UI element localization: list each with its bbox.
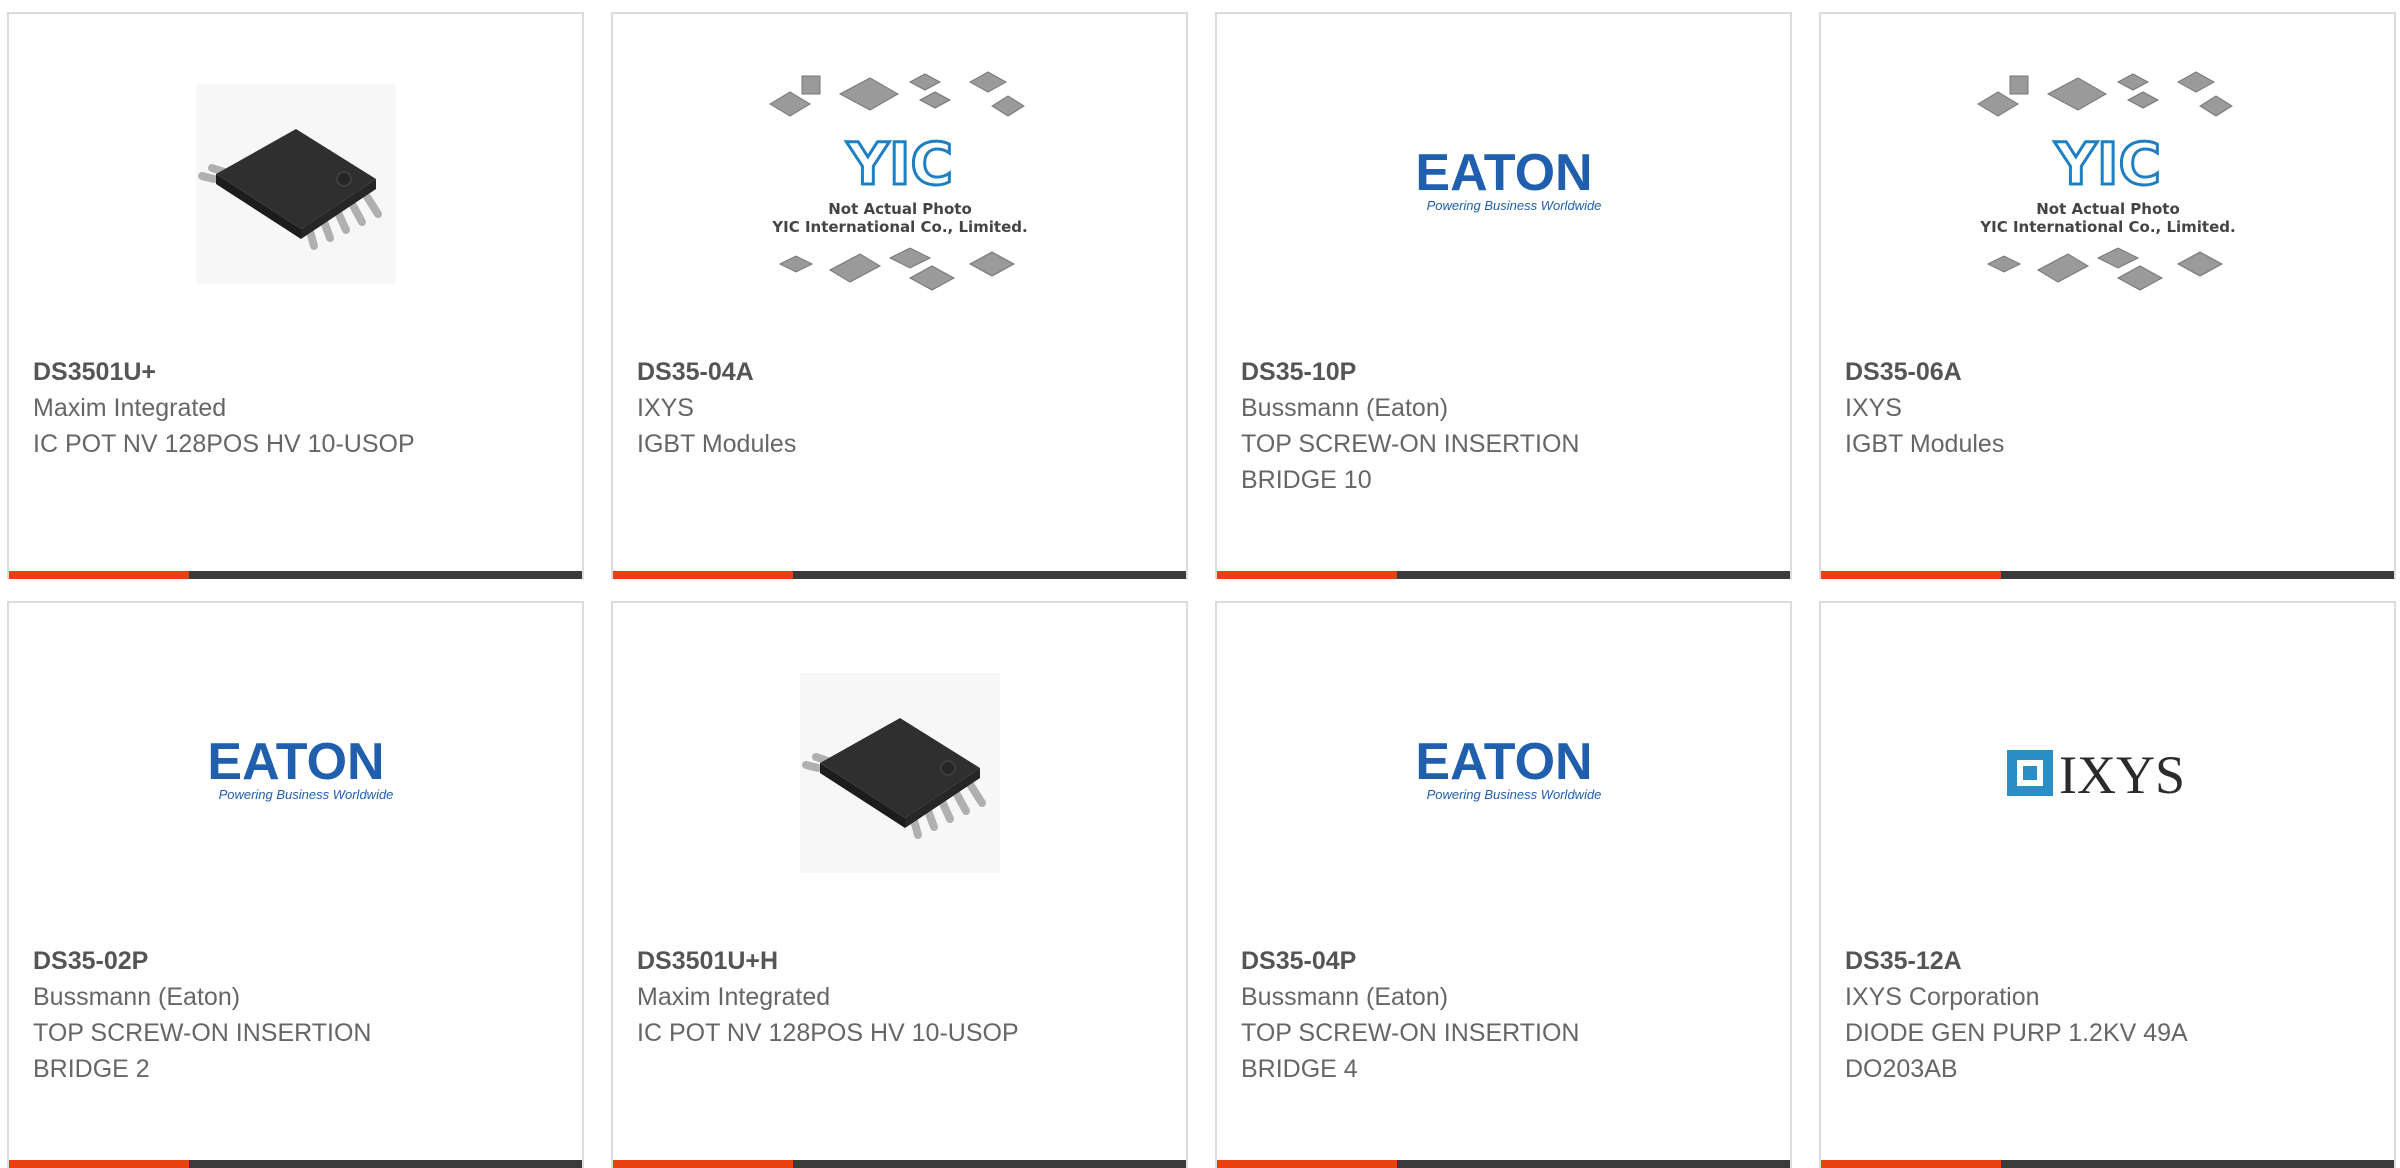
- description: DIODE GEN PURP 1.2KV 49A DO203AB: [1845, 1019, 2187, 1083]
- product-card[interactable]: EATON Powering Business Worldwide DS35-0…: [7, 601, 584, 1168]
- eaton-tagline: Powering Business Worldwide: [218, 787, 393, 802]
- product-card[interactable]: IXYS DS35-12A IXYS Corporation DIODE GEN…: [1819, 601, 2396, 1168]
- yic-logo: YIC: [845, 130, 952, 198]
- manufacturer: Bussmann (Eaton): [1241, 394, 1449, 422]
- description: IC POT NV 128POS HV 10-USOP: [33, 430, 415, 458]
- product-image[interactable]: EATON Powering Business Worldwide: [9, 603, 582, 943]
- yic-notice-line2: YIC International Co., Limited.: [1979, 218, 2235, 236]
- part-number[interactable]: DS3501U+: [33, 354, 423, 390]
- product-image[interactable]: IXYS: [1821, 603, 2394, 943]
- description: IC POT NV 128POS HV 10-USOP: [637, 1019, 1019, 1047]
- description: TOP SCREW-ON INSERTION BRIDGE 4: [1241, 1019, 1580, 1083]
- part-number[interactable]: DS3501U+H: [637, 943, 1027, 979]
- eaton-logo: EATON Powering Business Worldwide: [1415, 733, 1601, 802]
- ixys-logo: IXYS: [2006, 745, 2185, 805]
- manufacturer: Maxim Integrated: [33, 394, 227, 422]
- card-bottom-bar: [9, 571, 582, 579]
- manufacturer: IXYS Corporation: [1845, 983, 2040, 1011]
- manufacturer: IXYS: [637, 394, 694, 422]
- card-bottom-bar: [1217, 571, 1790, 579]
- part-number[interactable]: DS35-02P: [33, 943, 423, 979]
- description: TOP SCREW-ON INSERTION BRIDGE 10: [1241, 430, 1580, 494]
- part-number[interactable]: DS35-04P: [1241, 943, 1631, 979]
- product-image[interactable]: YIC Not Actual Photo YIC International C…: [1821, 14, 2394, 354]
- yic-placeholder-image: YIC Not Actual Photo YIC International C…: [768, 71, 1027, 291]
- product-card[interactable]: DS3501U+H Maxim Integrated IC POT NV 128…: [611, 601, 1188, 1168]
- part-number[interactable]: DS35-12A: [1845, 943, 2235, 979]
- description: TOP SCREW-ON INSERTION BRIDGE 2: [33, 1019, 372, 1083]
- product-card[interactable]: EATON Powering Business Worldwide DS35-0…: [1215, 601, 1792, 1168]
- product-image[interactable]: [613, 603, 1186, 943]
- ic-chip-image: [195, 84, 396, 284]
- eaton-logo-text: EATON: [1415, 144, 1592, 202]
- eaton-tagline: Powering Business Worldwide: [1426, 787, 1601, 802]
- part-number[interactable]: DS35-04A: [637, 354, 1027, 390]
- product-image[interactable]: EATON Powering Business Worldwide: [1217, 14, 1790, 354]
- ixys-logo-text: IXYS: [2059, 745, 2185, 805]
- description: IGBT Modules: [1845, 430, 2005, 458]
- product-card[interactable]: YIC Not Actual Photo YIC International C…: [611, 12, 1188, 579]
- product-card[interactable]: YIC Not Actual Photo YIC International C…: [1819, 12, 2396, 579]
- yic-notice-line2: YIC International Co., Limited.: [771, 218, 1027, 236]
- product-card[interactable]: DS3501U+ Maxim Integrated IC POT NV 128P…: [7, 12, 584, 579]
- product-grid: DS3501U+ Maxim Integrated IC POT NV 128P…: [0, 0, 2400, 1168]
- card-bottom-bar: [1821, 571, 2394, 579]
- card-accent-bar: [613, 571, 793, 579]
- product-image[interactable]: [9, 14, 582, 354]
- product-image[interactable]: EATON Powering Business Worldwide: [1217, 603, 1790, 943]
- yic-notice-line1: Not Actual Photo: [2036, 200, 2180, 218]
- description: IGBT Modules: [637, 430, 797, 458]
- eaton-logo-text: EATON: [207, 733, 384, 791]
- eaton-logo-text: EATON: [1415, 733, 1592, 791]
- eaton-logo: EATON Powering Business Worldwide: [207, 733, 393, 802]
- yic-placeholder-image: YIC Not Actual Photo YIC International C…: [1976, 71, 2235, 291]
- eaton-tagline: Powering Business Worldwide: [1426, 198, 1601, 213]
- part-number[interactable]: DS35-06A: [1845, 354, 2235, 390]
- yic-logo: YIC: [2053, 130, 2160, 198]
- manufacturer: Maxim Integrated: [637, 983, 831, 1011]
- manufacturer: Bussmann (Eaton): [1241, 983, 1449, 1011]
- card-accent-bar: [1217, 571, 1397, 579]
- product-image[interactable]: YIC Not Actual Photo YIC International C…: [613, 14, 1186, 354]
- ic-chip-image: [799, 673, 1000, 873]
- eaton-logo: EATON Powering Business Worldwide: [1415, 144, 1601, 213]
- manufacturer: Bussmann (Eaton): [33, 983, 241, 1011]
- card-bottom-bar: [613, 571, 1186, 579]
- yic-notice-line1: Not Actual Photo: [828, 200, 972, 218]
- card-accent-bar: [9, 571, 189, 579]
- product-card[interactable]: EATON Powering Business Worldwide DS35-1…: [1215, 12, 1792, 579]
- manufacturer: IXYS: [1845, 394, 1902, 422]
- part-number[interactable]: DS35-10P: [1241, 354, 1631, 390]
- card-accent-bar: [1821, 571, 2001, 579]
